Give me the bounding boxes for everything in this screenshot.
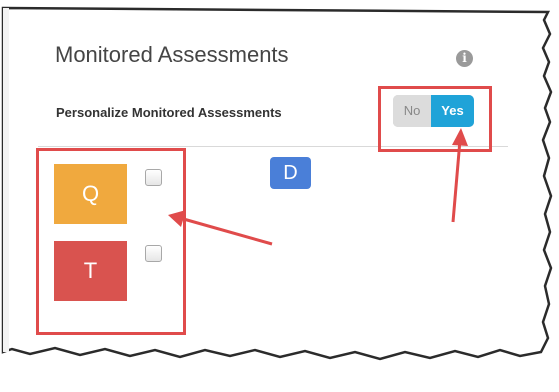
personalize-label: Personalize Monitored Assessments [56,105,282,120]
screenshot-stage: Monitored Assessments i Personalize Moni… [0,0,559,392]
page-title: Monitored Assessments [55,42,289,67]
assessment-tile-d[interactable]: D [270,157,311,189]
highlight-box-toggle [378,86,492,152]
highlight-box-assessments [36,148,186,335]
info-icon[interactable]: i [456,50,473,67]
